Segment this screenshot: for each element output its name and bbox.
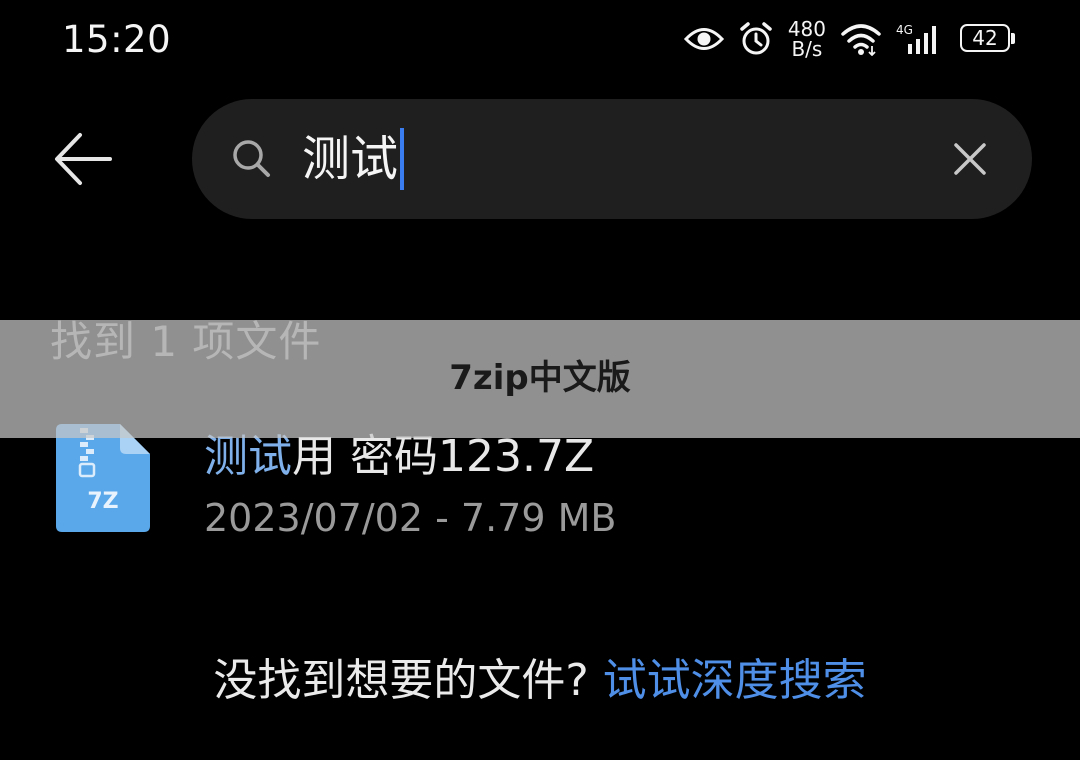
file-type-label: 7Z <box>87 489 118 514</box>
file-name-highlight: 测试 <box>204 431 292 482</box>
watermark-banner: 7zip中文版 <box>0 320 1080 438</box>
deep-search-prompt: 没找到想要的文件? <box>213 655 603 706</box>
alarm-icon <box>738 21 774 57</box>
deep-search-hint: 没找到想要的文件? 试试深度搜索 <box>0 644 1080 708</box>
file-search-screen: 15:20 480 B/s 4G 42 测试 7Z 测试用 密码123.7Z 2… <box>0 0 1080 760</box>
signal-icon: 4G <box>896 22 946 56</box>
text-caret <box>400 128 405 190</box>
eye-icon <box>683 24 724 54</box>
net-speed: 480 B/s <box>788 19 826 59</box>
search-query: 测试 <box>302 131 399 187</box>
archive-file-icon: 7Z <box>56 424 150 532</box>
back-arrow-icon <box>55 133 112 185</box>
search-bar[interactable]: 测试 <box>192 99 1032 219</box>
battery-icon: 42 <box>960 24 1018 54</box>
deep-search-link[interactable]: 试试深度搜索 <box>603 655 867 706</box>
watermark-text: 7zip中文版 <box>449 358 631 398</box>
file-name-rest: 用 密码123.7Z <box>292 431 595 482</box>
search-icon <box>230 137 274 181</box>
back-button[interactable] <box>48 126 118 192</box>
status-time: 15:20 <box>62 18 172 61</box>
clear-icon <box>954 143 986 175</box>
battery-percent: 42 <box>972 26 998 50</box>
status-icons: 480 B/s 4G 42 <box>683 14 1018 64</box>
net-speed-unit: B/s <box>791 37 823 61</box>
clear-search-button[interactable] <box>948 137 992 181</box>
status-bar: 15:20 480 B/s 4G 42 <box>0 0 1080 80</box>
search-input[interactable]: 测试 <box>302 127 405 191</box>
file-meta: 2023/07/02 - 7.79 MB <box>204 496 617 540</box>
wifi-icon <box>840 22 882 56</box>
net-speed-value: 480 <box>787 17 826 41</box>
network-type-label: 4G <box>896 23 913 37</box>
